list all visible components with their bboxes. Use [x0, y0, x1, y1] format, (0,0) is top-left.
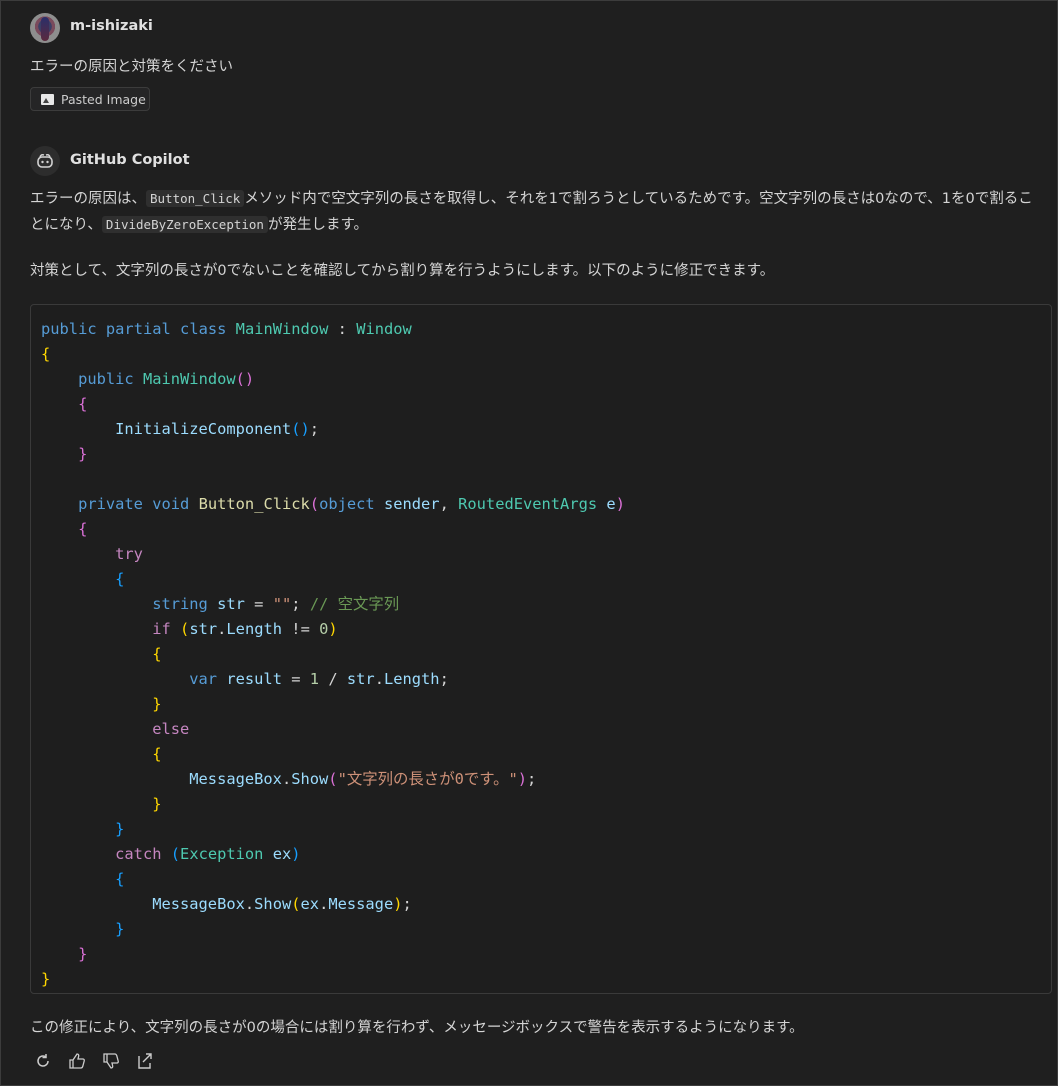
image-icon	[41, 93, 54, 105]
user-avatar	[30, 13, 60, 43]
inline-code-button-click: Button_Click	[146, 190, 245, 207]
response-paragraph-1: エラーの原因は、 Button_Click メソッド内で空文字列の長さを取得し、それ…	[30, 190, 1033, 233]
export-icon[interactable]	[135, 1051, 155, 1071]
pasted-image-attachment[interactable]: Pasted Image	[30, 87, 150, 111]
copilot-icon	[37, 154, 53, 168]
response-footer: この修正により、文字列の長さが0の場合には割り算を行わず、メッセージボックスで警…	[30, 1020, 804, 1036]
response-paragraph-2: 対策として、文字列の長さが0でないことを確認してから割り算を行うようにします。以…	[30, 263, 775, 279]
user-name: m-ishizaki	[70, 18, 153, 34]
copilot-avatar	[30, 146, 60, 176]
attachment-label: Pasted Image	[61, 91, 146, 107]
thumbs-up-icon[interactable]	[67, 1051, 87, 1071]
assistant-name: GitHub Copilot	[70, 152, 190, 168]
user-message: エラーの原因と対策をください	[30, 59, 233, 75]
inline-code-exception: DivideByZeroException	[101, 216, 268, 233]
retry-icon[interactable]	[33, 1051, 53, 1071]
thumbs-down-icon[interactable]	[101, 1051, 121, 1071]
code-block[interactable]: public partial class MainWindow : Window…	[30, 304, 1052, 994]
code-content: public partial class MainWindow : Window…	[41, 320, 625, 988]
response-actions	[33, 1051, 155, 1071]
